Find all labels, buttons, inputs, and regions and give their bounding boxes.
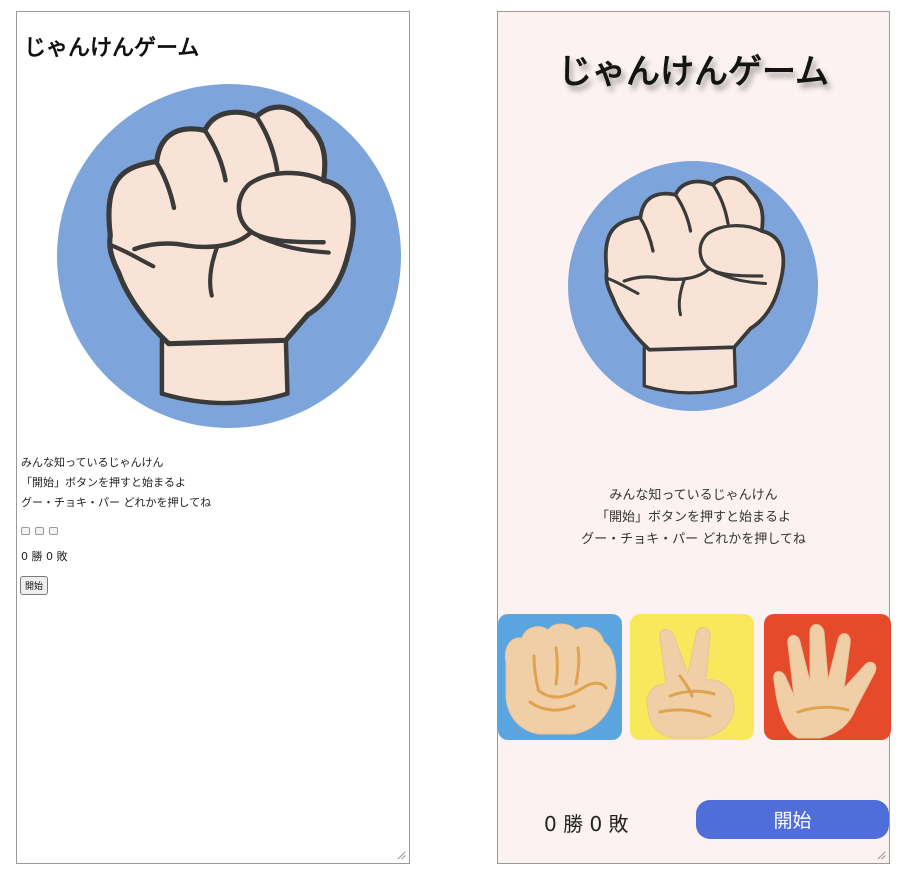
paper-button[interactable] (764, 614, 891, 740)
resize-grip-icon[interactable] (396, 850, 407, 861)
fist-icon (568, 161, 818, 411)
rock-button[interactable] (498, 614, 622, 740)
hand-buttons-unstyled (21, 527, 58, 535)
start-button[interactable]: 開始 (696, 800, 889, 839)
scissors-hand-icon (645, 625, 736, 740)
instruction-line: 「開始」ボタンを押すと始まるよ (21, 476, 186, 489)
instructions: みんな知っているじゃんけん 「開始」ボタンを押すと始まるよ グー・チョキ・パー … (498, 485, 889, 551)
styled-preview-pane: じゃんけんゲーム みんな知っているじゃんけん 「開始」ボタンを押すと始まるよ グ… (497, 11, 891, 864)
paper-button[interactable] (49, 527, 58, 535)
instruction-line: グー・チョキ・パー どれかを押してね (581, 532, 806, 547)
page-title: じゃんけんゲーム (24, 36, 200, 61)
score-text: 0 勝 0 敗 (21, 550, 68, 563)
rock-hand-icon (503, 622, 618, 736)
instruction-line: みんな知っているじゃんけん (21, 456, 164, 469)
instruction-line: 「開始」ボタンを押すと始まるよ (595, 510, 791, 525)
score-text: 0 勝 0 敗 (544, 812, 629, 836)
fist-icon (57, 84, 401, 428)
page-title: じゃんけんゲーム (558, 52, 829, 92)
instruction-line: グー・チョキ・パー どれかを押してね (21, 496, 212, 509)
hand-buttons (498, 614, 891, 740)
instruction-line: みんな知っているじゃんけん (609, 488, 778, 503)
unstyled-preview-pane: じゃんけんゲーム みんな知っているじゃんけん 「開始」ボタンを押すと始まるよ グ… (16, 11, 410, 864)
resize-grip-icon[interactable] (876, 850, 887, 861)
paper-hand-icon (772, 623, 878, 740)
scissors-button[interactable] (630, 614, 754, 740)
scissors-button[interactable] (35, 527, 44, 535)
instructions: みんな知っているじゃんけん 「開始」ボタンを押すと始まるよ グー・チョキ・パー … (21, 453, 211, 513)
rock-button[interactable] (21, 527, 30, 535)
start-button[interactable]: 開始 (20, 576, 49, 595)
